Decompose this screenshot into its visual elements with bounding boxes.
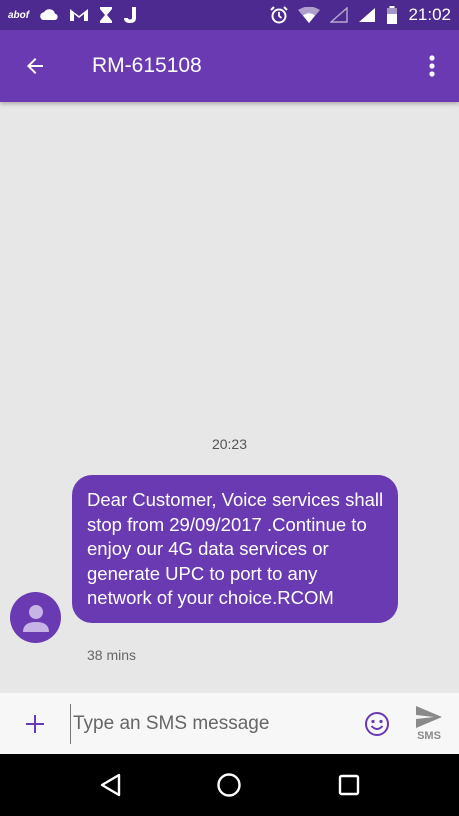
compose-bar: SMS — [0, 693, 459, 754]
status-right-icons: 21:02 — [270, 5, 451, 25]
add-attachment-button[interactable] — [0, 693, 70, 754]
nav-recents-button[interactable] — [319, 754, 379, 816]
conversation-area[interactable]: 20:23 Dear Customer, Voice services shal… — [0, 102, 459, 693]
status-bar: abof 21:02 — [0, 0, 459, 30]
back-button[interactable] — [0, 30, 70, 102]
recents-square-icon — [338, 774, 360, 796]
clock-time: 21:02 — [408, 5, 451, 24]
plus-icon — [26, 714, 44, 733]
emoji-icon — [365, 711, 389, 736]
gmail-icon — [69, 8, 89, 22]
home-circle-icon — [217, 773, 242, 797]
send-label: SMS — [417, 730, 441, 742]
back-triangle-icon — [100, 773, 121, 797]
send-button[interactable]: SMS — [399, 693, 459, 754]
message-bubble[interactable]: Dear Customer, Voice services shall stop… — [72, 475, 398, 623]
app-bar: RM-615108 — [0, 30, 459, 102]
emoji-button[interactable] — [355, 693, 399, 754]
carrier-label: abof — [8, 9, 30, 21]
person-icon — [22, 604, 49, 632]
signal-empty-icon — [330, 7, 349, 23]
wifi-icon — [298, 7, 321, 23]
conversation-title: RM-615108 — [92, 54, 202, 77]
more-vert-icon — [429, 55, 435, 77]
navigation-bar — [0, 754, 459, 816]
cloud-icon — [39, 9, 59, 21]
nav-back-button[interactable] — [80, 754, 140, 816]
avatar[interactable] — [10, 592, 61, 643]
message-age: 38 mins — [87, 647, 137, 663]
battery-icon — [386, 6, 398, 24]
overflow-menu-button[interactable] — [405, 30, 459, 102]
send-icon — [416, 706, 442, 728]
j-app-icon — [123, 7, 137, 23]
alarm-icon — [270, 6, 289, 24]
message-timestamp: 20:23 — [211, 436, 248, 452]
status-left-icons: abof — [8, 7, 137, 23]
message-input[interactable] — [70, 703, 355, 744]
hourglass-icon — [99, 7, 113, 23]
arrow-back-icon — [27, 58, 43, 74]
nav-home-button[interactable] — [199, 754, 259, 816]
signal-icon — [358, 7, 376, 23]
